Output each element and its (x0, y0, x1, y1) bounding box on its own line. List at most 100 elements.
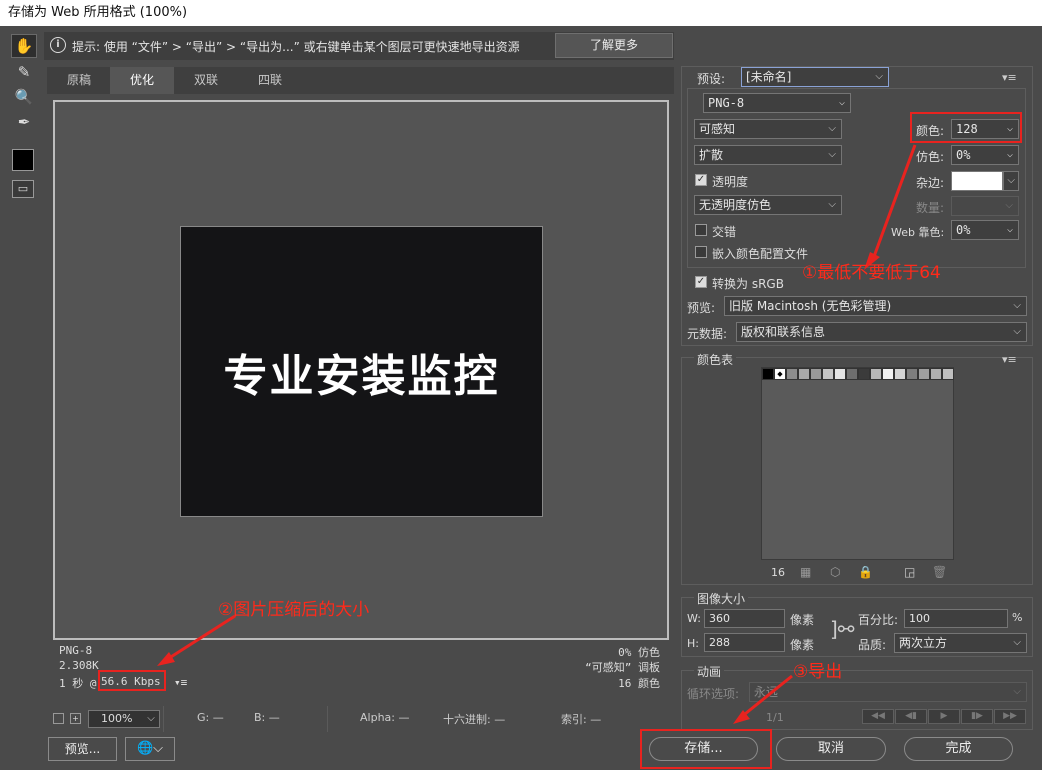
color-swatch[interactable] (930, 368, 942, 380)
metadata-select[interactable]: 版权和联系信息 ⌵ (736, 322, 1027, 342)
info-time-prefix: 1 秒 @ (59, 677, 97, 690)
chevron-down-icon[interactable]: ⌵ (142, 710, 160, 728)
quality-select[interactable]: 两次立方 ⌵ (894, 633, 1027, 653)
color-table-menu-icon[interactable]: ▾≡ (1002, 353, 1017, 366)
transparency-checkbox[interactable]: ✓ (695, 174, 707, 186)
prev-frame-icon[interactable]: ◀▮ (895, 709, 927, 724)
interlaced-checkbox[interactable] (695, 224, 707, 236)
colors-highlight-box (910, 112, 1022, 143)
web-snap-select[interactable]: 0% ⌵ (951, 220, 1019, 240)
height-unit: 像素 (790, 638, 815, 652)
zoom-out-icon[interactable] (53, 713, 64, 724)
percent-input[interactable]: 100 (904, 609, 1008, 628)
browser-select[interactable]: 🌐⌵ (125, 737, 175, 761)
tab-optimized[interactable]: 优化 (110, 67, 174, 94)
percent-label: 百分比: (858, 613, 899, 627)
color-swatch[interactable] (894, 368, 906, 380)
quality-label: 品质: (858, 638, 887, 652)
width-unit: 像素 (790, 613, 815, 627)
preview-image[interactable]: 专业安装监控 (180, 226, 543, 517)
width-label: W: (687, 612, 701, 625)
note-export: ③导出 (793, 662, 843, 682)
color-swatch[interactable] (906, 368, 918, 380)
height-input[interactable]: 288 (704, 633, 785, 652)
color-swatch[interactable] (858, 368, 870, 380)
web-shift-icon[interactable]: ▦ (800, 565, 811, 579)
preview-mode-select[interactable]: 旧版 Macintosh (无色彩管理) ⌵ (724, 296, 1027, 316)
color-swatch[interactable] (882, 368, 894, 380)
color-count: 16 (771, 566, 785, 579)
arrow-3-icon (733, 674, 793, 724)
image-size-title: 图像大小 (694, 590, 749, 607)
status-b: B: — (254, 711, 280, 724)
play-icon[interactable]: ▶ (928, 709, 960, 724)
new-color-icon[interactable]: ◲ (904, 565, 915, 579)
zoom-icon[interactable]: 🔍 (11, 85, 37, 109)
divider (327, 706, 328, 732)
color-swatch[interactable] (870, 368, 882, 380)
matte-color-swatch[interactable] (951, 171, 1003, 191)
amount-select[interactable]: ⌵ (951, 196, 1019, 216)
info-format: PNG-8 (59, 644, 93, 657)
color-swatch[interactable]: ◆ (774, 368, 786, 380)
color-swatch[interactable] (834, 368, 846, 380)
tab-2-up[interactable]: 双联 (174, 67, 238, 94)
dither-algorithm-select[interactable]: 扩散 ⌵ (694, 145, 842, 165)
cancel-button[interactable]: 取消 (776, 737, 886, 761)
color-swatch[interactable] (918, 368, 930, 380)
preset-select[interactable]: [未命名] ⌵ (741, 67, 889, 87)
divider (163, 706, 164, 732)
optimize-menu-icon[interactable]: ▾≡ (1002, 71, 1017, 84)
tab-4-up[interactable]: 四联 (238, 67, 302, 94)
zoom-in-icon[interactable]: + (70, 713, 81, 724)
width-input[interactable]: 360 (704, 609, 785, 628)
format-select[interactable]: PNG-8 ⌵ (703, 93, 851, 113)
color-table-title: 颜色表 (694, 351, 737, 368)
preset-label: 预设: (697, 72, 726, 86)
eyedropper-color-swatch[interactable] (12, 149, 34, 171)
color-swatch[interactable] (762, 368, 774, 380)
color-swatch[interactable] (942, 368, 954, 380)
height-label: H: (687, 637, 699, 650)
percent-unit: % (1012, 611, 1023, 624)
dither-amount-select[interactable]: 0% ⌵ (951, 145, 1019, 165)
preview-in-browser-button[interactable]: 预览... (48, 737, 117, 761)
metadata-label: 元数据: (687, 327, 728, 341)
convert-srgb-checkbox[interactable]: ✓ (695, 276, 707, 288)
next-frame-icon[interactable]: ▮▶ (961, 709, 993, 724)
last-frame-icon[interactable]: ▶▶ (994, 709, 1026, 724)
note-min-colors: ①最低不要低于64 (802, 263, 941, 283)
speed-menu-icon[interactable]: ▾≡ (174, 676, 187, 689)
learn-more-button[interactable]: 了解更多 (555, 33, 673, 58)
color-reduction-select[interactable]: 可感知 ⌵ (694, 119, 842, 139)
eyedropper-icon[interactable]: ✒ (11, 110, 37, 134)
hand-icon[interactable]: ✋ (11, 34, 37, 58)
slice-select-icon[interactable]: ✎ (11, 60, 37, 84)
color-swatch[interactable] (798, 368, 810, 380)
color-swatch[interactable] (846, 368, 858, 380)
color-swatch[interactable] (810, 368, 822, 380)
done-button[interactable]: 完成 (904, 737, 1013, 761)
color-table-grid[interactable] (761, 367, 954, 560)
note-compressed-size: ②图片压缩后的大小 (218, 600, 370, 620)
info-colors: 16 颜色 (618, 677, 660, 690)
link-icon[interactable]: ]⚯ (830, 617, 855, 641)
first-frame-icon[interactable]: ◀◀ (862, 709, 894, 724)
save-highlight-box (640, 729, 772, 769)
lock-icon[interactable]: 🔒 (858, 565, 873, 579)
color-swatch[interactable] (822, 368, 834, 380)
tab-original[interactable]: 原稿 (48, 67, 110, 94)
info-icon: i (50, 37, 66, 53)
animation-title: 动画 (694, 663, 725, 680)
trash-icon[interactable]: 🗑 (932, 565, 947, 579)
info-size: 2.308K (59, 659, 99, 672)
cube-icon[interactable]: ⬡ (830, 565, 840, 579)
toggle-slices-icon[interactable]: ▭ (12, 180, 34, 198)
transparency-dither-select[interactable]: 无透明度仿色 ⌵ (694, 195, 842, 215)
status-alpha: Alpha: — (360, 711, 410, 724)
matte-select[interactable]: ⌵ (1003, 171, 1019, 191)
embed-profile-checkbox[interactable] (695, 246, 707, 258)
color-swatch[interactable] (786, 368, 798, 380)
window-title: 存储为 Web 所用格式 (100%) (0, 0, 1042, 26)
embed-profile-label: 嵌入颜色配置文件 (712, 247, 809, 261)
